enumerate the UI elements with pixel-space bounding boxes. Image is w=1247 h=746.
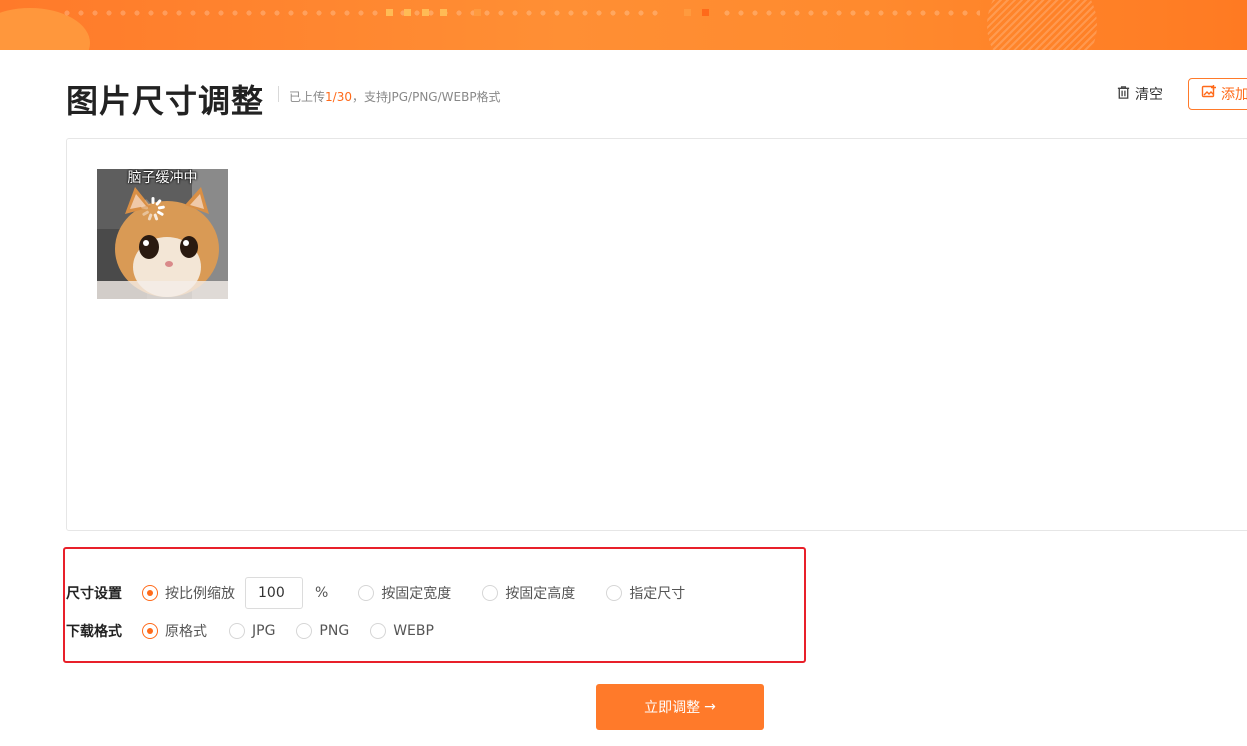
adjust-now-button[interactable]: 立即调整 → — [596, 684, 764, 730]
radio-png[interactable]: PNG — [296, 623, 349, 639]
clear-label: 清空 — [1135, 87, 1163, 103]
title-divider — [278, 86, 279, 102]
radio-fixed-width[interactable]: 按固定宽度 — [358, 583, 451, 603]
adjust-now-label: 立即调整 — [644, 700, 701, 716]
upload-status-prefix: 已上传 — [289, 90, 326, 104]
radio-circle[interactable] — [142, 623, 158, 639]
banner-arc — [987, 0, 1097, 50]
radio-original-format[interactable]: 原格式 — [142, 621, 207, 641]
scale-unit: % — [315, 585, 329, 601]
radio-webp[interactable]: WEBP — [370, 623, 434, 639]
image-thumbnail[interactable]: 脑子缓冲中 — [97, 169, 228, 299]
radio-circle[interactable] — [482, 585, 499, 601]
banner-square — [702, 9, 709, 16]
radio-scale[interactable]: 按比例缩放 — [142, 583, 235, 603]
add-image-button[interactable]: 添加 — [1188, 78, 1247, 110]
radio-webp-label: WEBP — [393, 623, 434, 639]
banner-dots — [60, 6, 660, 20]
image-caption: 脑子缓冲中 — [127, 170, 198, 186]
radio-original-format-label: 原格式 — [165, 624, 207, 640]
scale-percent-input[interactable] — [245, 577, 303, 609]
radio-jpg-label: JPG — [252, 623, 276, 639]
upload-status: 已上传1/30，支持JPG/PNG/WEBP格式 — [289, 88, 501, 105]
banner-square — [386, 9, 393, 16]
radio-jpg[interactable]: JPG — [229, 623, 275, 639]
upload-area[interactable]: 脑子缓冲中 — [66, 138, 1247, 531]
size-settings-row: 尺寸设置 按比例缩放 % 按固定宽度 按固定高度 指定尺寸 — [66, 577, 685, 609]
radio-fixed-width-label: 按固定宽度 — [381, 586, 452, 602]
radio-circle[interactable] — [370, 623, 387, 639]
size-settings-label: 尺寸设置 — [66, 586, 122, 602]
radio-png-label: PNG — [319, 623, 350, 639]
download-format-label: 下载格式 — [66, 624, 122, 640]
radio-circle[interactable] — [142, 585, 158, 601]
radio-scale-label: 按比例缩放 — [165, 586, 235, 602]
upload-status-suffix: ，支持JPG/PNG/WEBP格式 — [351, 90, 501, 104]
banner-square — [440, 9, 447, 16]
trash-icon — [1116, 85, 1131, 104]
cat-image — [97, 169, 228, 299]
download-format-row: 下载格式 原格式 JPG PNG WEBP — [66, 616, 434, 646]
radio-custom-size[interactable]: 指定尺寸 — [606, 583, 685, 603]
banner-square — [474, 9, 481, 16]
radio-fixed-height[interactable]: 按固定高度 — [482, 583, 575, 603]
add-image-icon — [1201, 84, 1217, 104]
radio-circle[interactable] — [296, 623, 313, 639]
radio-custom-size-label: 指定尺寸 — [629, 586, 686, 602]
radio-circle[interactable] — [606, 585, 623, 601]
banner-square — [422, 9, 429, 16]
banner-square — [684, 9, 691, 16]
radio-circle[interactable] — [358, 585, 375, 601]
arrow-right-icon: → — [704, 699, 716, 715]
upload-count: 1/30 — [325, 90, 352, 104]
banner-square — [404, 9, 411, 16]
top-banner — [0, 0, 1247, 50]
page-title: 图片尺寸调整 — [66, 82, 265, 120]
clear-button[interactable]: 清空 — [1116, 84, 1163, 104]
radio-fixed-height-label: 按固定高度 — [505, 586, 576, 602]
banner-dots — [720, 6, 980, 20]
add-label: 添加 — [1221, 87, 1247, 103]
radio-circle[interactable] — [229, 623, 245, 639]
